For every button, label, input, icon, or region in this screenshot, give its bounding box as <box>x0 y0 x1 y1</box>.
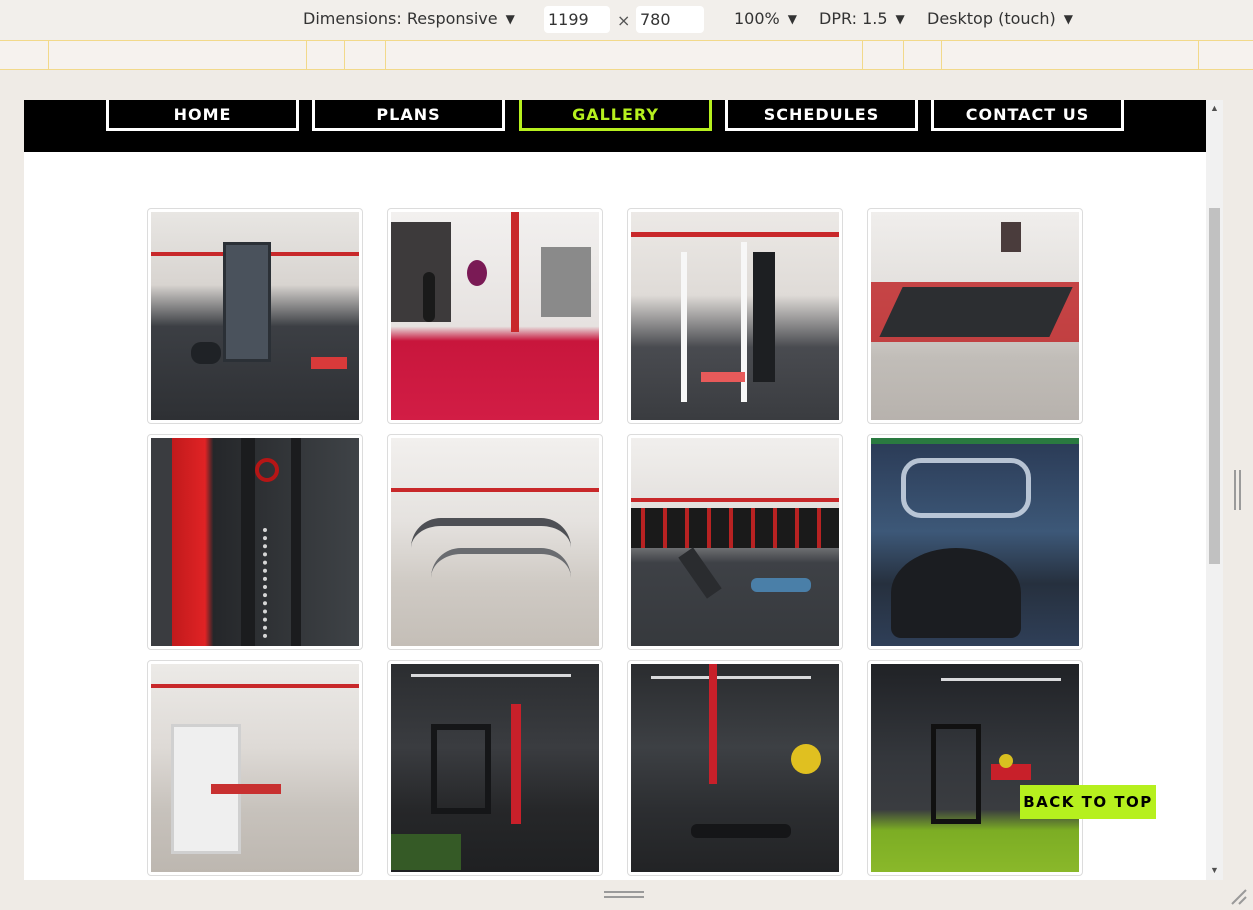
height-input[interactable] <box>636 6 704 33</box>
gallery-photo-cross-trainers[interactable] <box>387 434 603 650</box>
ruler-tick <box>344 41 345 70</box>
width-input[interactable] <box>544 6 610 33</box>
gallery-photo-boxing-room[interactable] <box>387 208 603 424</box>
ruler-tick <box>862 41 863 70</box>
caret-down-icon: ▼ <box>505 11 515 26</box>
device-mode-label: Desktop (touch) <box>927 9 1056 28</box>
photo-gallery <box>147 208 1087 876</box>
times-separator: × <box>617 11 631 30</box>
caret-down-icon: ▼ <box>1063 11 1073 26</box>
scroll-up-arrow-icon[interactable]: ▲ <box>1210 103 1219 113</box>
photo-image <box>631 664 839 872</box>
gallery-photo-red-rack[interactable] <box>147 434 363 650</box>
dpr-dropdown[interactable]: DPR: 1.5 ▼ <box>819 9 905 28</box>
photo-image <box>391 438 599 646</box>
device-toolbar: Dimensions: Responsive ▼ × 100% ▼ DPR: 1… <box>0 0 1253 40</box>
gallery-photo-therapy-room[interactable] <box>627 660 843 876</box>
back-to-top-button[interactable]: BACK TO TOP <box>1020 785 1156 819</box>
photo-image <box>871 438 1079 646</box>
photo-image <box>391 212 599 420</box>
nav-gallery[interactable]: GALLERY <box>519 100 712 131</box>
page-viewport: HOME PLANS GALLERY SCHEDULES CONTACT US <box>24 100 1206 880</box>
gallery-photo-white-machines[interactable] <box>627 208 843 424</box>
gallery-photo-graffiti-elliptical[interactable] <box>867 434 1083 650</box>
gallery-photo-treadmills[interactable] <box>867 208 1083 424</box>
resize-handle-icon[interactable] <box>1228 886 1248 906</box>
photo-image <box>151 664 359 872</box>
gallery-photo-cable-machine[interactable] <box>147 208 363 424</box>
scroll-down-arrow-icon[interactable]: ▼ <box>1210 865 1219 875</box>
ruler-tick <box>48 41 49 70</box>
page-scrollbar[interactable]: ▲ ▼ <box>1206 100 1223 880</box>
photo-image <box>631 438 839 646</box>
resize-handle-right[interactable] <box>1234 470 1242 510</box>
nav-schedules[interactable]: SCHEDULES <box>725 100 918 131</box>
gallery-photo-dark-gym[interactable] <box>387 660 603 876</box>
zoom-dropdown[interactable]: 100% ▼ <box>734 9 797 28</box>
zoom-label: 100% <box>734 9 780 28</box>
gallery-photo-turf[interactable] <box>867 660 1083 876</box>
ruler-tick <box>306 41 307 70</box>
dpr-label: DPR: 1.5 <box>819 9 888 28</box>
nav-contact-us[interactable]: CONTACT US <box>931 100 1124 131</box>
photo-image <box>151 212 359 420</box>
dimensions-dropdown[interactable]: Dimensions: Responsive ▼ <box>303 9 515 28</box>
gallery-photo-dumbbells[interactable] <box>627 434 843 650</box>
dimensions-label: Dimensions: Responsive <box>303 9 498 28</box>
gallery-photo-white-machines-floor[interactable] <box>147 660 363 876</box>
photo-image <box>151 438 359 646</box>
caret-down-icon: ▼ <box>895 11 905 26</box>
photo-image <box>871 664 1079 872</box>
caret-down-icon: ▼ <box>787 11 797 26</box>
ruler-tick <box>941 41 942 70</box>
nav-home[interactable]: HOME <box>106 100 299 131</box>
resize-handle-bottom[interactable] <box>604 891 644 901</box>
photo-image <box>391 664 599 872</box>
device-mode-dropdown[interactable]: Desktop (touch) ▼ <box>927 9 1073 28</box>
photo-image <box>871 212 1079 420</box>
nav-plans[interactable]: PLANS <box>312 100 505 131</box>
ruler-tick <box>385 41 386 70</box>
main-nav: HOME PLANS GALLERY SCHEDULES CONTACT US <box>24 100 1206 152</box>
photo-image <box>631 212 839 420</box>
ruler-tick <box>1198 41 1199 70</box>
ruler-tick <box>903 41 904 70</box>
media-query-ruler[interactable] <box>0 40 1253 70</box>
scrollbar-thumb[interactable] <box>1209 208 1220 564</box>
